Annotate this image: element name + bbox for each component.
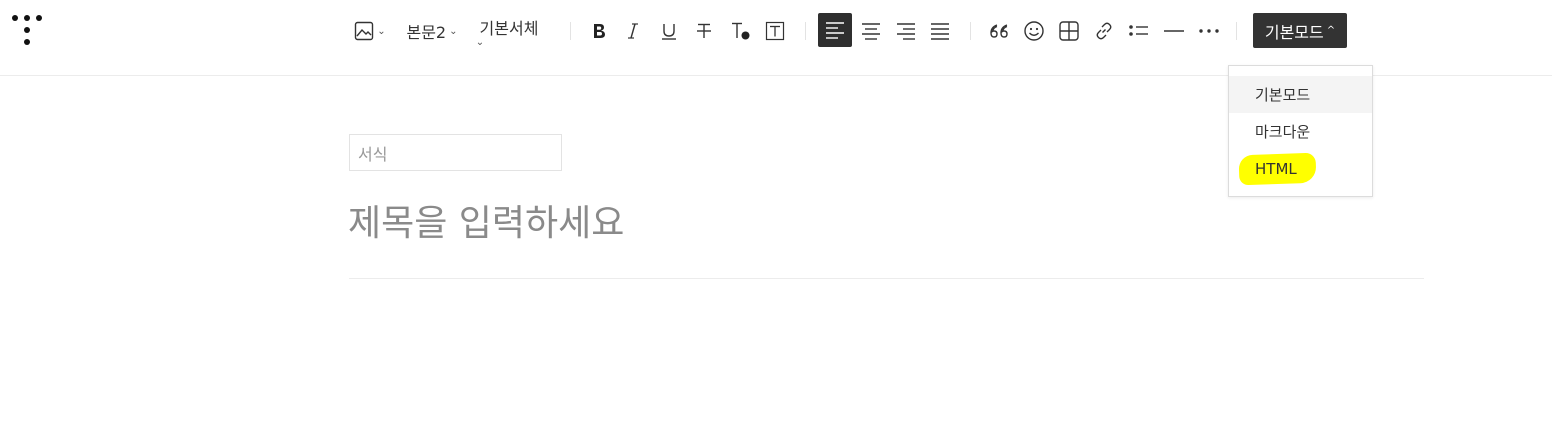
font-family-dropdown[interactable]: 기본서체 ⌄: [475, 15, 543, 48]
align-center-button[interactable]: [859, 15, 883, 47]
text-color-icon: [732, 22, 750, 40]
title-divider: [349, 278, 1424, 279]
toolbar-divider: [805, 22, 806, 40]
editor-page: ⌄ 본문2 ⌄ 기본서체 ⌄ 기본모드 ^ 기본모드 마크다운 HTML 서식 …: [0, 0, 1552, 435]
italic-icon: [628, 23, 638, 39]
link-icon: [1096, 22, 1112, 40]
quote-button[interactable]: [986, 15, 1012, 47]
align-center-icon: [862, 23, 880, 40]
paragraph-style-label: 본문2: [406, 23, 447, 42]
text-background-button[interactable]: [763, 15, 787, 47]
chevron-down-icon: ⌄: [475, 37, 485, 48]
list-button[interactable]: [1127, 15, 1151, 47]
align-justify-button[interactable]: [928, 15, 952, 47]
text-box-icon: [765, 21, 785, 41]
chevron-down-icon: ⌄: [449, 25, 458, 37]
menu-item-html[interactable]: HTML: [1229, 150, 1372, 187]
category-select[interactable]: 서식: [349, 134, 562, 171]
horizontal-rule-button[interactable]: [1162, 15, 1186, 47]
menu-item-basic-mode[interactable]: 기본모드: [1229, 76, 1372, 113]
tistory-logo[interactable]: [11, 14, 43, 48]
title-input[interactable]: 제목을 입력하세요: [348, 194, 624, 246]
image-icon: [355, 21, 374, 41]
toolbar-divider: [570, 22, 571, 40]
align-justify-icon: [931, 23, 949, 40]
underline-button[interactable]: [657, 15, 681, 47]
chevron-down-icon: ⌄: [377, 25, 386, 37]
editor-mode-button[interactable]: 기본모드 ^: [1253, 13, 1347, 48]
table-icon: [1059, 21, 1079, 41]
underline-icon: [662, 24, 676, 40]
align-right-button[interactable]: [894, 15, 918, 47]
strikethrough-icon: [697, 23, 711, 38]
horizontal-line-icon: [1164, 30, 1184, 32]
more-button[interactable]: [1197, 15, 1221, 47]
text-color-button[interactable]: [727, 15, 753, 47]
bullet-list-icon: [1129, 25, 1148, 36]
emoticon-button[interactable]: [1022, 15, 1046, 47]
menu-item-markdown[interactable]: 마크다운: [1229, 113, 1372, 150]
quote-icon: [990, 24, 1008, 38]
align-left-button[interactable]: [818, 13, 852, 47]
more-dots-icon: [1199, 29, 1219, 33]
bold-icon: [594, 24, 605, 38]
menu-item-label: 기본모드: [1255, 86, 1311, 104]
menu-item-label: 마크다운: [1255, 123, 1311, 141]
chevron-up-icon: ^: [1326, 25, 1336, 36]
editor-mode-label: 기본모드: [1264, 22, 1324, 42]
category-placeholder: 서식: [358, 144, 388, 164]
bold-button[interactable]: [587, 15, 611, 47]
paragraph-style-dropdown[interactable]: 본문2 ⌄: [404, 15, 460, 47]
toolbar-divider: [1236, 22, 1237, 40]
font-family-label: 기본서체: [479, 19, 539, 38]
strikethrough-button[interactable]: [692, 15, 716, 47]
italic-button[interactable]: [622, 15, 644, 47]
align-left-icon: [826, 22, 844, 39]
menu-item-label: HTML: [1255, 159, 1297, 178]
smiley-icon: [1024, 21, 1044, 41]
insert-image-button[interactable]: ⌄: [352, 15, 388, 47]
table-button[interactable]: [1057, 15, 1081, 47]
align-right-icon: [897, 23, 915, 40]
title-placeholder: 제목을 입력하세요: [348, 203, 625, 244]
editor-mode-menu: 기본모드 마크다운 HTML: [1228, 65, 1373, 197]
toolbar-divider: [970, 22, 971, 40]
link-button[interactable]: [1092, 15, 1116, 47]
